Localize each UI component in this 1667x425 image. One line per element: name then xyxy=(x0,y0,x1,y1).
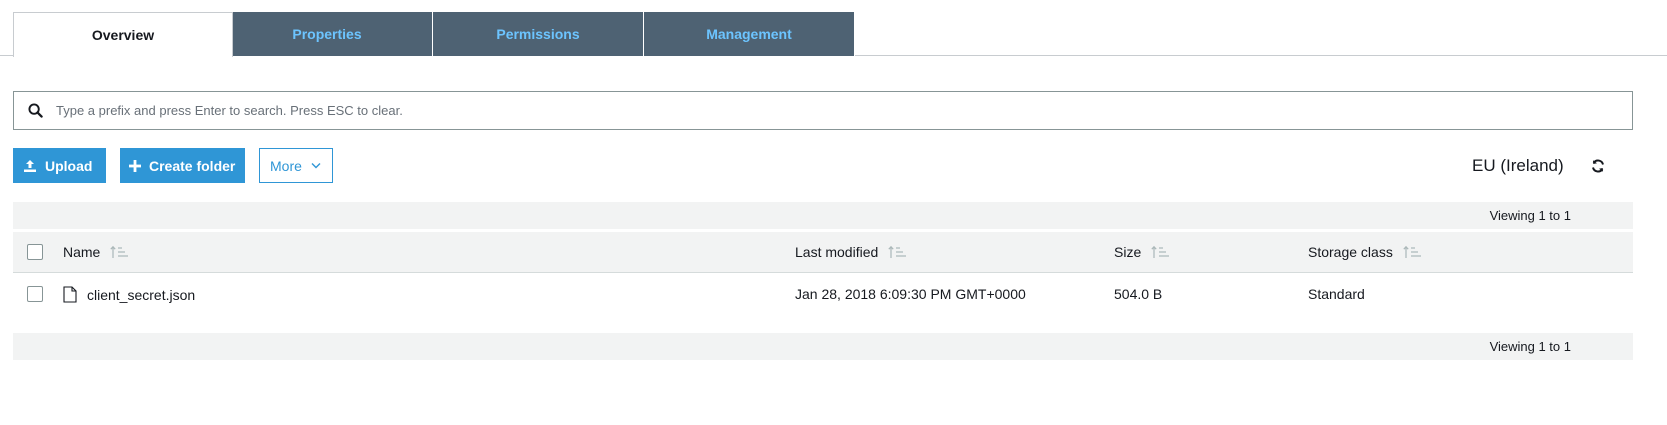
column-label: Last modified xyxy=(795,244,879,260)
table-header: Name Last modified Size Storage class xyxy=(13,232,1633,273)
sort-icon xyxy=(1151,245,1171,259)
tab-overview[interactable]: Overview xyxy=(13,12,233,57)
storage-class-cell: Standard xyxy=(1308,286,1365,302)
pager-bottom: Viewing 1 to 1 xyxy=(13,333,1633,360)
tab-bar: Overview Properties Permissions Manageme… xyxy=(0,0,1667,57)
upload-label: Upload xyxy=(45,157,93,174)
search-bar xyxy=(13,91,1633,130)
upload-icon xyxy=(23,159,37,173)
sort-icon xyxy=(110,245,130,259)
file-name-link[interactable]: client_secret.json xyxy=(87,287,195,303)
create-folder-label: Create folder xyxy=(149,157,236,174)
size-cell: 504.0 B xyxy=(1114,286,1163,302)
column-header-size[interactable]: Size xyxy=(1114,244,1171,260)
pager-text: Viewing 1 to 1 xyxy=(1489,208,1571,223)
pager-top: Viewing 1 to 1 xyxy=(13,202,1633,229)
region-label: EU (Ireland) xyxy=(1472,156,1564,175)
refresh-icon[interactable] xyxy=(1590,158,1608,176)
sort-icon xyxy=(1403,245,1423,259)
tab-management[interactable]: Management xyxy=(644,12,855,56)
search-icon xyxy=(14,92,56,129)
chevron-down-icon xyxy=(311,162,321,169)
more-button[interactable]: More xyxy=(259,148,333,183)
plus-icon xyxy=(129,159,141,172)
column-label: Storage class xyxy=(1308,244,1393,260)
column-header-name[interactable]: Name xyxy=(63,244,130,260)
more-label: More xyxy=(270,157,302,174)
column-header-storage-class[interactable]: Storage class xyxy=(1308,244,1423,260)
column-label: Size xyxy=(1114,244,1142,260)
upload-button[interactable]: Upload xyxy=(13,148,106,183)
file-name-cell[interactable]: client_secret.json xyxy=(63,286,195,303)
sort-icon xyxy=(888,245,908,259)
row-checkbox[interactable] xyxy=(27,286,43,302)
pager-text: Viewing 1 to 1 xyxy=(1489,339,1571,354)
last-modified-cell: Jan 28, 2018 6:09:30 PM GMT+0000 xyxy=(795,286,1026,302)
select-all-checkbox[interactable] xyxy=(27,244,43,260)
tab-permissions[interactable]: Permissions xyxy=(433,12,644,56)
column-header-last-modified[interactable]: Last modified xyxy=(795,244,908,260)
create-folder-button[interactable]: Create folder xyxy=(120,148,245,183)
search-input[interactable] xyxy=(56,93,1632,128)
column-label: Name xyxy=(63,244,101,260)
file-icon xyxy=(63,286,87,303)
table-row[interactable]: client_secret.json Jan 28, 2018 6:09:30 … xyxy=(13,273,1633,315)
tab-properties[interactable]: Properties xyxy=(222,12,433,56)
